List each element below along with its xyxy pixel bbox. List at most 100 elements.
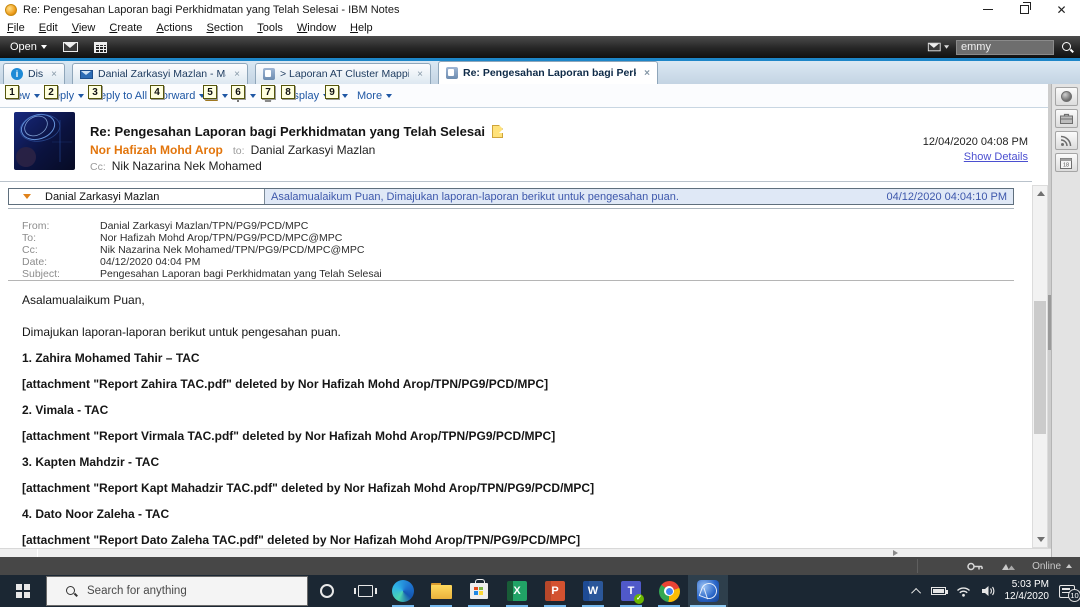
menu-view[interactable]: View xyxy=(65,22,103,34)
more-label: More xyxy=(357,90,382,102)
windows-logo-icon xyxy=(16,584,30,598)
annotation-badge-8: 8 xyxy=(281,85,295,99)
scroll-down-icon[interactable] xyxy=(1037,537,1045,542)
menu-edit[interactable]: Edit xyxy=(32,22,65,34)
message-datetime: 12/04/2020 04:08 PM xyxy=(923,136,1028,148)
chevron-down-icon xyxy=(250,94,256,98)
annotation-badge-6: 6 xyxy=(231,85,245,99)
file-explorer-icon xyxy=(431,583,452,599)
chevron-down-icon xyxy=(342,94,348,98)
taskbar-clock[interactable]: 5:03 PM 12/4/2020 xyxy=(1005,579,1050,603)
taskbar-excel[interactable]: X xyxy=(498,575,536,607)
sender-name[interactable]: Nor Hafizah Mohd Arop xyxy=(90,143,223,157)
tab-current-message[interactable]: Re: Pengesahan Laporan bagi Perkhid... xyxy=(438,61,658,84)
tab-label: > Laporan AT Cluster Mapping xyxy=(280,68,409,80)
tab-mail[interactable]: Danial Zarkasyi Mazlan - Mail xyxy=(72,63,248,84)
restore-button[interactable] xyxy=(1006,0,1043,19)
menubar: File Edit View Create Actions Section To… xyxy=(0,19,1080,36)
online-status-button[interactable]: Online xyxy=(1032,561,1072,572)
volume-icon[interactable] xyxy=(981,585,995,597)
thread-row[interactable]: Danial Zarkasyi Mazlan Asalamualaikum Pu… xyxy=(8,188,1014,205)
cortana-button[interactable] xyxy=(308,575,346,607)
toolbar-search-area: emmy xyxy=(910,40,1074,55)
tab-close-icon[interactable] xyxy=(409,69,423,80)
location-button[interactable] xyxy=(1001,561,1016,571)
tab-discover[interactable]: i Discover xyxy=(3,63,65,84)
search-input[interactable]: emmy xyxy=(956,40,1054,55)
body-paragraph: Asalamualaikum Puan, xyxy=(22,294,1012,307)
annotation-badge-1: 1 xyxy=(5,85,19,99)
taskbar-word[interactable]: W xyxy=(574,575,612,607)
to-label: to: xyxy=(233,145,245,157)
vertical-scrollbar[interactable] xyxy=(1032,185,1048,548)
search-icon[interactable] xyxy=(1061,41,1074,54)
tab-close-icon[interactable] xyxy=(43,69,57,80)
side-panel-feeds-button[interactable] xyxy=(1055,131,1078,150)
message-cc-line: Cc: Nik Nazarina Nek Mohamed xyxy=(90,159,262,173)
tab-close-icon[interactable] xyxy=(636,68,650,79)
taskbar-chrome[interactable] xyxy=(650,575,688,607)
menu-window[interactable]: Window xyxy=(290,22,343,34)
thread-preview-cell[interactable]: Asalamualaikum Puan, Dimajukan laporan-l… xyxy=(265,189,1013,204)
tray-overflow-chevron-icon[interactable] xyxy=(911,587,921,597)
thread-sender-cell[interactable]: Danial Zarkasyi Mazlan xyxy=(9,189,265,204)
meta-row-subject: Subject:Pengesahan Laporan bagi Perkhidm… xyxy=(22,268,382,280)
menu-actions[interactable]: Actions xyxy=(149,22,199,34)
action-center-button[interactable]: 10 xyxy=(1059,585,1075,598)
scroll-right-icon[interactable] xyxy=(893,550,898,556)
taskbar-teams[interactable]: T✓ xyxy=(612,575,650,607)
battery-icon[interactable] xyxy=(931,587,946,595)
scroll-up-icon[interactable] xyxy=(1037,191,1045,196)
chevron-down-icon xyxy=(944,45,949,48)
annotation-badge-3: 3 xyxy=(88,85,102,99)
mail-icon xyxy=(63,42,78,52)
online-label: Online xyxy=(1032,561,1061,572)
taskbar-edge[interactable] xyxy=(384,575,422,607)
side-panel-briefcase-button[interactable] xyxy=(1055,109,1078,128)
chevron-down-icon xyxy=(78,94,84,98)
minimize-button[interactable] xyxy=(969,0,1006,19)
horizontal-scrollbar[interactable] xyxy=(0,548,1051,557)
side-panel-globe-button[interactable] xyxy=(1055,87,1078,106)
start-button[interactable] xyxy=(0,575,46,607)
more-button[interactable]: More xyxy=(357,84,392,108)
menu-help[interactable]: Help xyxy=(343,22,380,34)
thread-divider xyxy=(8,208,1014,209)
annotation-badge-7: 7 xyxy=(261,85,275,99)
chevron-down-icon[interactable] xyxy=(23,194,31,199)
cc-label: Cc: xyxy=(90,161,106,173)
cc-name[interactable]: Nik Nazarina Nek Mohamed xyxy=(112,159,262,173)
task-view-button[interactable] xyxy=(346,575,384,607)
menu-file[interactable]: File xyxy=(0,22,32,34)
tab-close-icon[interactable] xyxy=(226,69,240,80)
excel-icon: X xyxy=(507,581,527,601)
show-details-link[interactable]: Show Details xyxy=(964,151,1028,163)
calendar-icon: 18 xyxy=(1060,157,1072,169)
body-paragraph: Dimajukan laporan-laporan berikut untuk … xyxy=(22,326,1012,339)
menu-create[interactable]: Create xyxy=(102,22,149,34)
taskbar-file-explorer[interactable] xyxy=(422,575,460,607)
body-attachment-note: [attachment "Report Virmala TAC.pdf" del… xyxy=(22,430,1012,443)
meta-row-cc: Cc:Nik Nazarina Nek Mohamed/TPN/PG9/PCD/… xyxy=(22,244,382,256)
menu-tools[interactable]: Tools xyxy=(250,22,290,34)
search-scope-button[interactable] xyxy=(928,43,949,52)
side-panel-calendar-button[interactable]: 18 xyxy=(1055,153,1078,172)
tab-laporan-cluster[interactable]: > Laporan AT Cluster Mapping xyxy=(255,63,431,84)
taskbar-store[interactable] xyxy=(460,575,498,607)
recipient-name[interactable]: Danial Zarkasyi Mazlan xyxy=(251,143,376,157)
taskbar-search-input[interactable]: Search for anything xyxy=(46,576,308,606)
mail-toolbar-button[interactable] xyxy=(63,42,78,52)
taskbar-ibm-notes[interactable] xyxy=(688,575,728,607)
wifi-icon[interactable] xyxy=(956,586,971,597)
close-button[interactable]: ✕ xyxy=(1043,0,1080,19)
menu-section[interactable]: Section xyxy=(200,22,251,34)
security-key-button[interactable] xyxy=(967,562,983,571)
taskbar-powerpoint[interactable]: P xyxy=(536,575,574,607)
meta-row-date: Date:04/12/2020 04:04 PM xyxy=(22,256,382,268)
info-icon: i xyxy=(11,68,23,80)
ibm-notes-app-icon xyxy=(5,4,17,16)
thread-preview-text: Asalamualaikum Puan, Dimajukan laporan-l… xyxy=(271,191,679,203)
scrollbar-thumb[interactable] xyxy=(1034,301,1046,434)
open-menu-button[interactable]: Open xyxy=(10,41,47,53)
calendar-toolbar-button[interactable] xyxy=(94,42,107,53)
